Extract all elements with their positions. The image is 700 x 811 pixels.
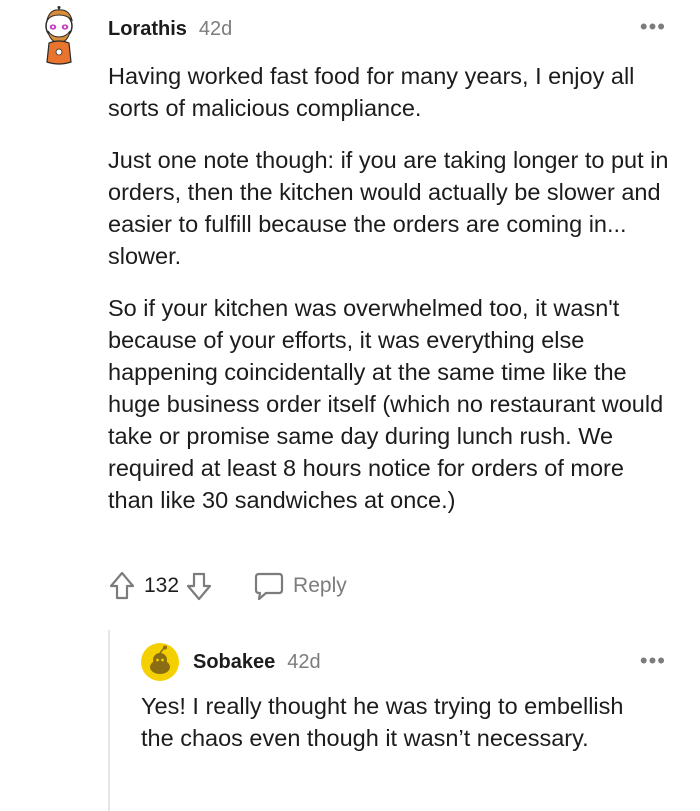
reply-label: Reply [293,574,347,597]
comment-body: Yes! I really thought he was trying to e… [141,690,661,754]
comment-actions: 132 Reply [108,570,347,602]
more-options-icon[interactable]: ••• [640,650,666,672]
speech-bubble-icon [254,572,284,601]
username[interactable]: Lorathis [108,18,187,40]
comment-paragraph: Having worked fast food for many years, … [108,63,635,121]
timestamp[interactable]: 42d [287,651,320,673]
comment-header: Sobakee 42d [193,651,321,674]
comment-paragraph: Just one note though: if you are taking … [108,147,669,269]
reply-button[interactable]: Reply [253,571,347,601]
comment-paragraph: Yes! I really thought he was trying to e… [141,693,624,751]
username[interactable]: Sobakee [193,651,275,673]
upvote-arrow-icon[interactable] [108,570,136,602]
comment-header: Lorathis 42d [108,18,232,41]
downvote-arrow-icon[interactable] [185,570,213,602]
comment-body: Having worked fast food for many years, … [108,60,673,536]
avatar[interactable] [36,6,82,66]
thread-line[interactable] [108,630,110,811]
more-options-icon[interactable]: ••• [640,16,666,38]
vote-count: 132 [144,574,180,597]
avatar[interactable] [141,643,179,681]
timestamp[interactable]: 42d [199,18,232,40]
comment-paragraph: So if your kitchen was overwhelmed too, … [108,295,664,513]
